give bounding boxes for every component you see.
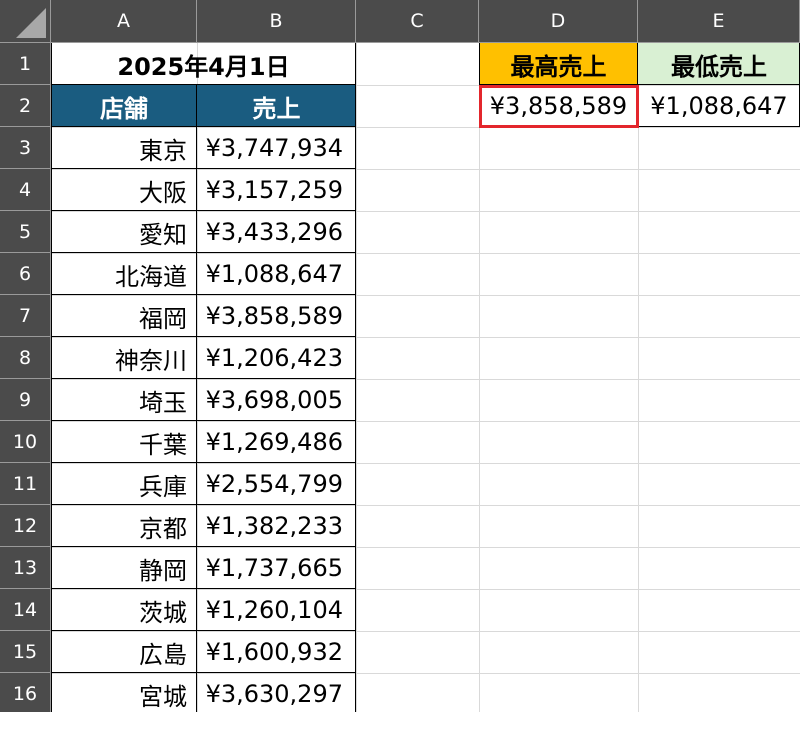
store-cell[interactable]: 京都 [51, 505, 197, 547]
column-header-e[interactable]: E [638, 0, 800, 43]
column-header-b[interactable]: B [197, 0, 356, 43]
store-cell[interactable]: 大阪 [51, 169, 197, 211]
sales-cell[interactable]: ¥3,698,005 [197, 379, 356, 421]
sales-cell[interactable]: ¥2,554,799 [197, 463, 356, 505]
summary-border-bottom [479, 126, 800, 127]
column-header-d[interactable]: D [479, 0, 638, 43]
summary-border-middle [637, 43, 638, 127]
store-cell[interactable]: 福岡 [51, 295, 197, 337]
table-border-row [51, 84, 356, 85]
row-header-11[interactable]: 11 [0, 463, 51, 505]
row-header-4[interactable]: 4 [0, 169, 51, 211]
store-cell[interactable]: 兵庫 [51, 463, 197, 505]
store-cell[interactable]: 茨城 [51, 589, 197, 631]
sales-cell[interactable]: ¥1,088,647 [197, 253, 356, 295]
sales-cell[interactable]: ¥1,206,423 [197, 337, 356, 379]
table-border-row [51, 588, 356, 589]
min-sales-value-cell[interactable]: ¥1,088,647 [638, 85, 800, 127]
select-all-corner[interactable] [0, 0, 51, 43]
sales-cell[interactable]: ¥1,382,233 [197, 505, 356, 547]
sales-cell[interactable]: ¥1,737,665 [197, 547, 356, 589]
table-border-row [51, 126, 356, 127]
select-all-triangle-icon [16, 8, 46, 38]
spreadsheet-grid[interactable]: A B C D E 1 2 3 4 5 6 7 8 9 10 11 12 13 14 15 16 2025年4… [0, 0, 800, 712]
table-border-row [51, 252, 356, 253]
store-cell[interactable]: 北海道 [51, 253, 197, 295]
table-border-row [51, 420, 356, 421]
row-header-9[interactable]: 9 [0, 379, 51, 421]
sales-cell[interactable]: ¥1,600,932 [197, 631, 356, 673]
row-header-14[interactable]: 14 [0, 589, 51, 631]
table-border-row [51, 210, 356, 211]
row-header-10[interactable]: 10 [0, 421, 51, 463]
max-sales-header-cell[interactable]: 最高売上 [479, 43, 638, 85]
table-border-row [51, 294, 356, 295]
table-border-row [51, 462, 356, 463]
gridline-vertical [356, 43, 357, 712]
row-header-8[interactable]: 8 [0, 337, 51, 379]
row-header-7[interactable]: 7 [0, 295, 51, 337]
row-header-12[interactable]: 12 [0, 505, 51, 547]
sales-cell[interactable]: ¥3,858,589 [197, 295, 356, 337]
store-cell[interactable]: 神奈川 [51, 337, 197, 379]
sales-header-cell[interactable]: 売上 [197, 85, 356, 127]
table-border-row [51, 336, 356, 337]
title-cell[interactable]: 2025年4月1日 [51, 43, 356, 85]
row-header-1[interactable]: 1 [0, 43, 51, 85]
store-cell[interactable]: 広島 [51, 631, 197, 673]
min-sales-header-cell[interactable]: 最低売上 [638, 43, 800, 85]
table-border-middle [196, 85, 197, 712]
store-cell[interactable]: 宮城 [51, 673, 197, 712]
table-border-row [51, 504, 356, 505]
store-header-cell[interactable]: 店舗 [51, 85, 197, 127]
row-header-15[interactable]: 15 [0, 631, 51, 673]
table-border-row [51, 378, 356, 379]
store-cell[interactable]: 千葉 [51, 421, 197, 463]
gridline-vertical [479, 43, 480, 712]
column-header-a[interactable]: A [51, 0, 197, 43]
max-sales-value-cell[interactable]: ¥3,858,589 [479, 85, 638, 127]
row-header-13[interactable]: 13 [0, 547, 51, 589]
store-cell[interactable]: 東京 [51, 127, 197, 169]
store-cell[interactable]: 静岡 [51, 547, 197, 589]
summary-border-left [479, 43, 480, 127]
table-border-row [51, 546, 356, 547]
row-header-16[interactable]: 16 [0, 673, 51, 712]
sales-cell[interactable]: ¥1,260,104 [197, 589, 356, 631]
summary-border-mid [479, 84, 800, 85]
store-cell[interactable]: 埼玉 [51, 379, 197, 421]
table-border-row [51, 630, 356, 631]
row-header-3[interactable]: 3 [0, 127, 51, 169]
row-header-2[interactable]: 2 [0, 85, 51, 127]
row-header-5[interactable]: 5 [0, 211, 51, 253]
row-header-6[interactable]: 6 [0, 253, 51, 295]
table-border-row [51, 168, 356, 169]
gridline-vertical [638, 43, 639, 712]
column-header-c[interactable]: C [356, 0, 479, 43]
store-cell[interactable]: 愛知 [51, 211, 197, 253]
sales-cell[interactable]: ¥3,157,259 [197, 169, 356, 211]
sales-cell[interactable]: ¥3,433,296 [197, 211, 356, 253]
sales-cell[interactable]: ¥1,269,486 [197, 421, 356, 463]
sales-cell[interactable]: ¥3,630,297 [197, 673, 356, 712]
table-border-row [51, 672, 356, 673]
sales-cell[interactable]: ¥3,747,934 [197, 127, 356, 169]
